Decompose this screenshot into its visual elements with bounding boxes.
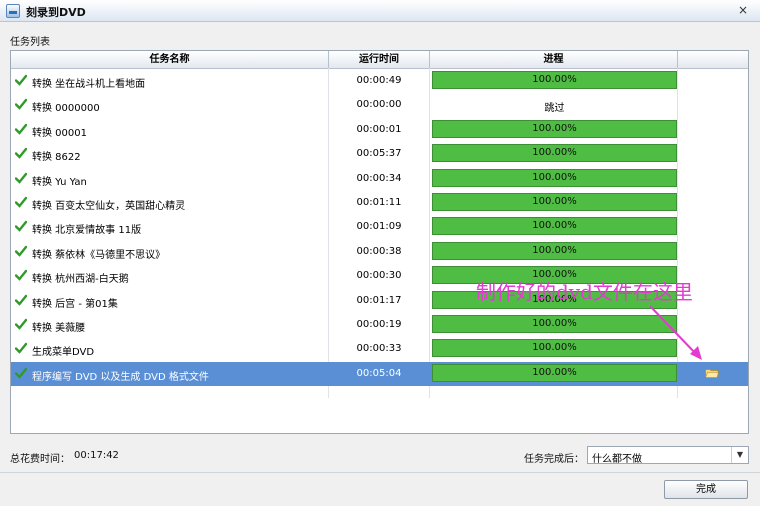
table-row[interactable]: 转换 0000000 00:00:00 跳过 [11,93,748,117]
finish-button[interactable]: 完成 [664,480,748,499]
progress-bar: 100.00% [432,217,677,236]
checkmark-icon [15,196,27,208]
progress-bar: 100.00% [432,363,677,382]
checkmark-icon [15,269,27,281]
checkmark-icon [15,74,27,86]
after-complete-select[interactable]: 什么都不做 ▼ [587,446,749,465]
table-row[interactable]: 生成菜单DVD 00:00:33 100.00% [11,337,748,361]
task-name: 程序编写 DVD 以及生成 DVD 格式文件 [32,371,209,383]
task-run-time: 00:05:37 [356,148,402,160]
progress-bar: 100.00% [432,119,677,138]
title-bar: 刻录到DVD × [0,0,760,22]
footer-divider [0,472,760,473]
task-run-time: 00:01:17 [356,294,402,306]
table-row[interactable]: 转换 美薇腰 00:00:19 100.00% [11,313,748,337]
total-time-value: 00:17:42 [74,450,119,461]
task-name: 转换 美薇腰 [32,323,86,334]
task-run-time: 00:01:11 [356,197,402,208]
table-row[interactable]: 程序编写 DVD 以及生成 DVD 格式文件 00:05:04 100.00% [11,361,748,386]
progress-bar: 100.00% [432,144,677,163]
task-name: 转换 后宫 - 第01集 [32,298,118,310]
annotation-text: 制作好的dvd文件在这里 [476,280,693,304]
table-row[interactable]: 转换 8622 00:05:37 100.00% [11,142,748,166]
task-run-time: 00:00:33 [356,343,402,355]
skipped-status: 跳过 [544,103,565,115]
folder-icon[interactable] [705,368,719,378]
close-button[interactable]: × [736,3,750,17]
header-progress[interactable]: 进程 [430,51,678,68]
task-name: 生成菜单DVD [32,347,95,359]
task-name: 转换 Yu Yan [32,176,87,188]
checkmark-icon [15,294,27,306]
progress-bar: 100.00% [432,71,677,89]
task-list-label: 任务列表 [10,37,50,48]
task-name: 转换 杭州西湖-白天鹅 [32,274,129,286]
annotation-arrow [649,305,702,360]
header-run-time[interactable]: 运行时间 [329,51,430,68]
task-run-time: 00:00:49 [356,75,402,86]
total-time-label: 总花费时间： [10,454,70,465]
task-run-time: 00:00:38 [356,245,402,257]
progress-bar: 100.00% [432,241,677,260]
checkmark-icon [15,147,27,159]
task-run-time: 00:00:00 [356,99,402,111]
checkmark-icon [15,172,27,184]
task-run-time: 00:00:01 [356,123,402,135]
table-row[interactable]: 转换 Yu Yan 00:00:34 100.00% [11,167,748,191]
task-table: 任务名称 运行时间 进程 转换 坐在战斗机上看地面 00:00:49 100.00%… [10,50,749,434]
task-name: 转换 蔡依林《马德里不思议》 [32,249,166,261]
after-complete-label: 任务完成后： [524,454,584,465]
task-run-time: 00:01:09 [356,221,402,233]
task-run-time: 00:00:19 [356,319,402,330]
checkmark-icon [15,123,27,135]
chevron-down-icon[interactable]: ▼ [731,447,748,463]
task-run-time: 00:05:04 [356,367,402,379]
after-complete-value: 什么都不做 [592,454,642,465]
table-header: 任务名称 运行时间 进程 [11,51,748,69]
header-task-name[interactable]: 任务名称 [11,51,329,68]
task-name: 转换 0000000 [32,103,100,115]
table-row[interactable]: 转换 00001 00:00:01 100.00% [11,118,748,142]
checkmark-icon [15,367,27,379]
checkmark-icon [15,99,27,111]
table-row[interactable]: 转换 坐在战斗机上看地面 00:00:49 100.00% [11,69,748,93]
window-title: 刻录到DVD [26,6,86,19]
task-name: 转换 8622 [32,152,81,164]
checkmark-icon [15,318,27,330]
table-row[interactable]: 转换 百变太空仙女，英国甜心精灵 00:01:11 100.00% [11,191,748,215]
task-name: 转换 00001 [32,127,87,139]
progress-bar: 100.00% [432,339,677,358]
checkmark-icon [15,221,27,233]
progress-bar: 100.00% [432,315,677,333]
task-name: 转换 北京爱情故事 11版 [32,225,142,237]
task-run-time: 00:00:34 [356,172,402,184]
progress-bar: 100.00% [432,193,677,211]
task-name: 转换 坐在战斗机上看地面 [32,79,146,90]
task-run-time: 00:00:30 [356,270,402,282]
dvd-app-icon [6,4,20,18]
table-row[interactable]: 转换 北京爱情故事 11版 00:01:09 100.00% [11,215,748,239]
header-extra [678,51,748,68]
task-name: 转换 百变太空仙女，英国甜心精灵 [32,201,186,212]
checkmark-icon [15,245,27,257]
progress-bar: 100.00% [432,168,677,187]
table-row[interactable]: 转换 蔡依林《马德里不思议》 00:00:38 100.00% [11,240,748,264]
checkmark-icon [15,343,27,355]
